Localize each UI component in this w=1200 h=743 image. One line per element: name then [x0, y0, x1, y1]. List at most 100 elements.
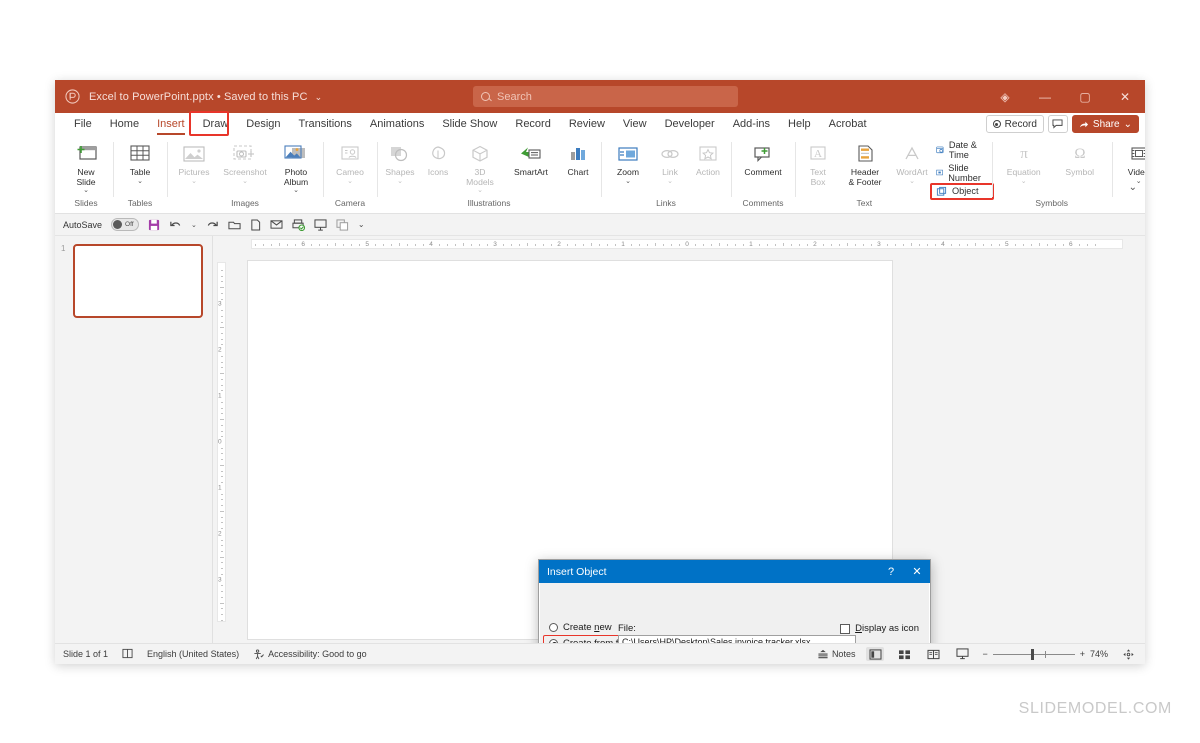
3d-models-button[interactable]: 3D Models ⌄ [457, 139, 503, 194]
slide-sorter-icon[interactable] [895, 647, 913, 661]
maximize-button[interactable]: ▢ [1065, 80, 1105, 113]
screenshot-button[interactable]: Screenshot ⌄ [217, 139, 273, 185]
tab-add-ins[interactable]: Add-ins [724, 113, 779, 136]
tab-view[interactable]: View [614, 113, 656, 136]
tab-transitions[interactable]: Transitions [290, 113, 361, 136]
document-title[interactable]: Excel to PowerPoint.pptx • Saved to this… [89, 91, 322, 103]
tab-slide-show[interactable]: Slide Show [433, 113, 506, 136]
undo-icon[interactable] [169, 219, 182, 231]
text-box-button[interactable]: A Text Box [799, 139, 837, 187]
fit-to-window-icon[interactable] [1119, 647, 1137, 661]
chevron-down-icon[interactable]: ⌄ [137, 178, 143, 185]
cameo-button[interactable]: Cameo ⌄ [327, 139, 373, 185]
chevron-down-icon[interactable]: ⌄ [242, 178, 248, 185]
pictures-button[interactable]: Pictures ⌄ [171, 139, 217, 185]
table-button[interactable]: Table ⌄ [117, 139, 163, 185]
dialog-close-button[interactable]: ✕ [904, 560, 930, 583]
comments-button[interactable] [1047, 115, 1068, 133]
chevron-down-icon[interactable]: ⌄ [315, 92, 323, 102]
zoom-handle[interactable] [1030, 648, 1034, 660]
zoom-out-button[interactable]: − [982, 649, 987, 659]
tab-home[interactable]: Home [101, 113, 148, 136]
notes-button[interactable]: Notes [817, 649, 855, 660]
equation-button[interactable]: π Equation ⌄ [996, 139, 1052, 185]
tab-review[interactable]: Review [560, 113, 614, 136]
slideshow-view-icon[interactable] [953, 647, 971, 661]
collapse-ribbon-chevron-icon[interactable]: ⌄ [1129, 182, 1137, 193]
chevron-down-icon[interactable]: ⌄ [909, 178, 915, 185]
chevron-down-icon[interactable]: ⌄ [477, 187, 483, 194]
icons-button[interactable]: Icons [419, 139, 457, 178]
header-footer-button[interactable]: Header & Footer [837, 139, 893, 187]
slide-number-button[interactable]: Slide Number [933, 162, 988, 184]
vertical-ruler[interactable]: 3 2 1 0 1 2 3 [213, 236, 229, 643]
tab-record[interactable]: Record [506, 113, 559, 136]
chevron-down-icon[interactable]: ⌄ [347, 178, 353, 185]
display-as-icon-row[interactable]: Display as icon [840, 623, 919, 634]
email-icon[interactable] [270, 219, 283, 230]
wordart-button[interactable]: WordArt ⌄ [893, 139, 931, 185]
record-button[interactable]: Record [985, 115, 1044, 133]
new-icon[interactable] [250, 218, 261, 231]
duplicate-icon[interactable] [336, 218, 349, 231]
comment-button[interactable]: Comment [735, 139, 791, 178]
search-input[interactable]: Search [473, 86, 738, 107]
chevron-down-icon[interactable]: ⌄ [293, 187, 299, 194]
accessibility-status[interactable]: Accessibility: Good to go [253, 648, 367, 660]
slide-thumbnail-1[interactable] [73, 244, 203, 318]
zoom-track[interactable] [992, 648, 1075, 660]
date-and-time-button[interactable]: Date & Time [933, 139, 988, 161]
zoom-button[interactable]: Zoom ⌄ [605, 139, 651, 185]
chart-button[interactable]: Chart [559, 139, 597, 178]
ribbon-display-options-icon[interactable]: ◈ [985, 80, 1025, 113]
open-icon[interactable] [228, 219, 241, 231]
ruler-tick: 4 [941, 240, 945, 248]
tab-help[interactable]: Help [779, 113, 820, 136]
shapes-button[interactable]: Shapes ⌄ [381, 139, 419, 185]
minimize-button[interactable]: — [1025, 80, 1065, 113]
action-button[interactable]: Action [689, 139, 727, 178]
save-icon[interactable] [148, 219, 160, 231]
normal-view-icon[interactable] [866, 647, 885, 661]
share-button[interactable]: Share ⌄ [1071, 115, 1139, 133]
zoom-in-button[interactable]: + [1080, 649, 1085, 659]
chevron-down-icon[interactable]: ⌄ [667, 178, 673, 185]
autosave-toggle[interactable]: Off [111, 218, 140, 231]
object-icon [936, 186, 947, 196]
create-new-radio[interactable] [549, 623, 558, 632]
undo-chevron-down-icon[interactable]: ⌄ [191, 221, 197, 229]
tab-draw[interactable]: Draw [194, 113, 238, 136]
quick-print-icon[interactable] [292, 218, 305, 231]
tab-animations[interactable]: Animations [361, 113, 433, 136]
customize-chevron-down-icon[interactable]: ⌄ [358, 220, 365, 229]
chevron-down-icon[interactable]: ⌄ [397, 178, 403, 185]
video-button[interactable]: Video ⌄ [1116, 139, 1145, 185]
smartart-button[interactable]: SmartArt [503, 139, 559, 178]
zoom-slider[interactable]: − + 74% [982, 648, 1108, 660]
dialog-help-button[interactable]: ? [878, 560, 904, 583]
notes-page-icon[interactable] [122, 648, 133, 661]
display-as-icon-checkbox[interactable] [840, 623, 851, 634]
language-label[interactable]: English (United States) [147, 649, 239, 659]
new-slide-button[interactable]: New Slide ⌄ [63, 139, 109, 194]
chevron-down-icon[interactable]: ⌄ [83, 187, 89, 194]
link-button[interactable]: Link ⌄ [651, 139, 689, 185]
symbol-button[interactable]: Ω Symbol [1052, 139, 1108, 178]
tab-file[interactable]: File [65, 113, 101, 136]
redo-icon[interactable] [206, 219, 219, 231]
zoom-level[interactable]: 74% [1090, 649, 1108, 659]
chevron-down-icon[interactable]: ⌄ [625, 178, 631, 185]
object-button[interactable]: Object [930, 182, 994, 200]
horizontal-ruler[interactable]: 6 5 4 3 2 1 0 1 2 3 4 5 6 [229, 236, 1145, 252]
ruler-minor-tick [1086, 244, 1088, 246]
photo-album-button[interactable]: Photo Album ⌄ [273, 139, 319, 194]
start-slideshow-icon[interactable] [314, 218, 327, 231]
tab-developer[interactable]: Developer [656, 113, 724, 136]
chevron-down-icon[interactable]: ⌄ [191, 178, 197, 185]
tab-insert[interactable]: Insert [148, 113, 194, 136]
tab-acrobat[interactable]: Acrobat [820, 113, 876, 136]
reading-view-icon[interactable] [924, 647, 942, 661]
tab-design[interactable]: Design [237, 113, 289, 136]
close-button[interactable]: ✕ [1105, 80, 1145, 113]
chevron-down-icon[interactable]: ⌄ [1021, 178, 1027, 185]
